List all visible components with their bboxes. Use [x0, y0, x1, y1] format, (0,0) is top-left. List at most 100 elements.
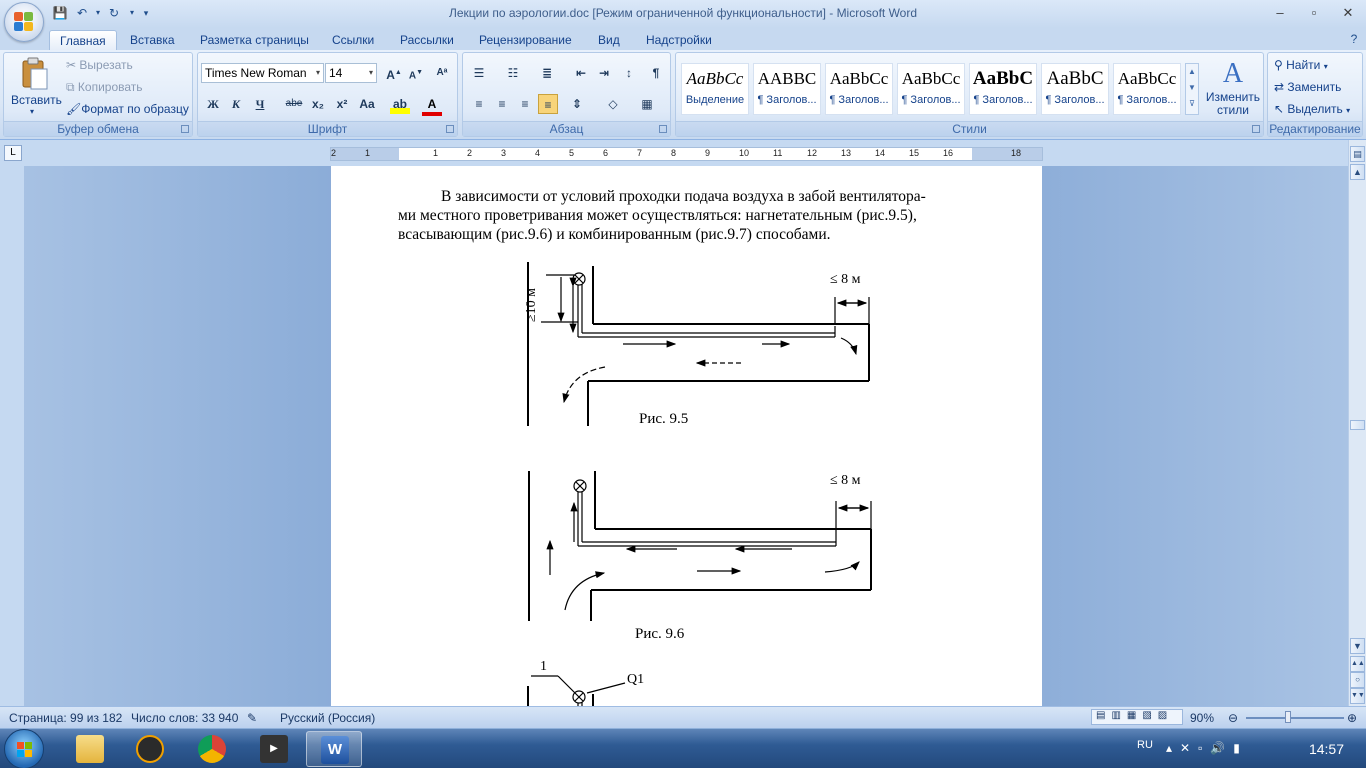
- zoom-slider[interactable]: [1246, 717, 1344, 719]
- find-button[interactable]: ⚲ Найти ▾: [1274, 58, 1328, 72]
- strikethrough-button[interactable]: abe: [284, 94, 304, 114]
- previous-page-icon[interactable]: ▲▲: [1350, 656, 1365, 672]
- minimize-button[interactable]: –: [1267, 4, 1293, 22]
- font-color-icon[interactable]: A: [422, 94, 442, 116]
- cut-button[interactable]: ✂ Вырезать: [66, 58, 133, 72]
- maximize-button[interactable]: ▫: [1301, 4, 1327, 22]
- sort-icon[interactable]: ↕: [619, 63, 639, 83]
- shading-icon[interactable]: ◇: [603, 94, 623, 114]
- page-counter[interactable]: Страница: 99 из 182: [9, 711, 122, 725]
- decrease-indent-icon[interactable]: ⇤: [571, 63, 591, 83]
- select-browse-object-icon[interactable]: ○: [1350, 672, 1365, 688]
- view-ruler-toggle-icon[interactable]: ▤: [1350, 146, 1365, 162]
- view-buttons[interactable]: ▤▥▦▧▨: [1091, 709, 1183, 725]
- line-spacing-icon[interactable]: ⇕: [567, 94, 587, 114]
- zoom-level[interactable]: 90%: [1190, 711, 1214, 725]
- change-case-button[interactable]: Aa: [357, 94, 377, 114]
- style-name: ¶ Заголов...: [757, 94, 817, 106]
- align-left-icon[interactable]: ≡: [469, 94, 489, 114]
- help-icon[interactable]: ?: [1346, 31, 1362, 47]
- tab-references[interactable]: Ссылки: [322, 30, 384, 50]
- underline-button[interactable]: Ч: [250, 94, 270, 114]
- align-center-icon[interactable]: ≡: [492, 94, 512, 114]
- start-button[interactable]: [4, 729, 44, 768]
- language-indicator[interactable]: RU: [1137, 739, 1153, 751]
- pilcrow-icon[interactable]: ¶: [646, 63, 666, 83]
- align-right-icon[interactable]: ≡: [515, 94, 535, 114]
- subscript-button[interactable]: x₂: [308, 94, 328, 114]
- font-dialog-launcher[interactable]: [446, 125, 454, 133]
- ruler-tick: 11: [773, 148, 783, 158]
- paragraph-dialog-launcher[interactable]: [659, 125, 667, 133]
- taskbar-media-player[interactable]: ▶: [246, 731, 302, 767]
- word-count[interactable]: Число слов: 33 940: [131, 711, 238, 725]
- tab-view[interactable]: Вид: [588, 30, 630, 50]
- tab-addins[interactable]: Надстройки: [636, 30, 722, 50]
- borders-icon[interactable]: ▦: [637, 94, 657, 114]
- aimp-icon: [136, 735, 164, 763]
- clipboard-group-label: Буфер обмена: [4, 121, 192, 136]
- taskbar-aimp[interactable]: [122, 731, 178, 767]
- scroll-thumb[interactable]: [1350, 420, 1365, 430]
- multilevel-list-icon[interactable]: ≣: [537, 63, 557, 83]
- numbering-icon[interactable]: ☷: [503, 63, 523, 83]
- bullets-icon[interactable]: ☰: [469, 63, 489, 83]
- vertical-scrollbar[interactable]: ▤ ▲ ▼ ▲▲ ○ ▼▼: [1348, 140, 1366, 706]
- taskbar-word[interactable]: W: [306, 731, 362, 767]
- format-painter-button[interactable]: 🖌Формат по образцу: [66, 102, 189, 116]
- styles-group-label: Стили: [676, 121, 1263, 136]
- scroll-up-icon[interactable]: ▲: [1350, 164, 1365, 180]
- justify-icon[interactable]: ≡: [538, 94, 558, 114]
- document-area: В зависимости от условий проходки подача…: [0, 166, 1348, 706]
- tab-insert[interactable]: Вставка: [120, 30, 185, 50]
- shrink-font-button[interactable]: A▼: [406, 63, 426, 83]
- document-page[interactable]: В зависимости от условий проходки подача…: [331, 166, 1042, 706]
- tab-home[interactable]: Главная: [49, 30, 117, 50]
- style-tile[interactable]: AaBbCc Выделение: [681, 63, 749, 115]
- replace-button[interactable]: ⇄ Заменить: [1274, 80, 1341, 94]
- change-styles-button[interactable]: A Изменить стили: [1203, 57, 1263, 121]
- style-tile[interactable]: AaBbC ¶ Заголов...: [1041, 63, 1109, 115]
- styles-gallery-scroll[interactable]: ▲ ▼ ⊽: [1185, 63, 1199, 115]
- zoom-out-icon[interactable]: ⊖: [1228, 711, 1238, 725]
- ruler-tick: 15: [909, 148, 920, 158]
- next-page-icon[interactable]: ▼▼: [1350, 688, 1365, 704]
- close-button[interactable]: ✕: [1335, 4, 1361, 22]
- tab-page-layout[interactable]: Разметка страницы: [190, 30, 319, 50]
- clock[interactable]: 14:57: [1309, 741, 1344, 757]
- increase-indent-icon[interactable]: ⇥: [594, 63, 614, 83]
- taskbar-chrome[interactable]: [184, 731, 240, 767]
- tray-icons[interactable]: ▴✕▫🔊▮: [1166, 741, 1248, 755]
- font-size-box[interactable]: 14 ▾: [325, 63, 377, 83]
- select-button[interactable]: ↖ Выделить ▾: [1274, 102, 1350, 116]
- tab-selector-button[interactable]: L: [4, 145, 22, 161]
- bold-button[interactable]: Ж: [203, 94, 223, 114]
- style-tile[interactable]: AaBbCc ¶ Заголов...: [825, 63, 893, 115]
- taskbar-explorer[interactable]: [62, 731, 118, 767]
- style-tile[interactable]: AABBC ¶ Заголов...: [753, 63, 821, 115]
- tab-review[interactable]: Рецензирование: [469, 30, 582, 50]
- style-tile[interactable]: AaBbCc ¶ Заголов...: [897, 63, 965, 115]
- spellcheck-icon[interactable]: ✎: [247, 711, 257, 725]
- clipboard-dialog-launcher[interactable]: [181, 125, 189, 133]
- scroll-down-icon[interactable]: ▼: [1350, 638, 1365, 654]
- italic-button[interactable]: К: [226, 94, 246, 114]
- style-name: ¶ Заголов...: [829, 94, 889, 106]
- language-status[interactable]: Русский (Россия): [280, 711, 375, 725]
- copy-button[interactable]: ⧉ Копировать: [66, 80, 143, 95]
- paste-button[interactable]: Вставить ▾: [8, 55, 62, 119]
- office-button[interactable]: [4, 2, 44, 42]
- grow-font-button[interactable]: A▲: [384, 63, 404, 83]
- zoom-in-icon[interactable]: ⊕: [1347, 711, 1357, 725]
- font-name-box[interactable]: Times New Roman ▾: [201, 63, 324, 83]
- zoom-slider-thumb[interactable]: [1285, 711, 1291, 723]
- clear-formatting-button[interactable]: Aᵃ: [432, 63, 452, 83]
- horizontal-ruler[interactable]: 2 1 1 2 3 4 5 6 7 8 9 10 11 12 13 14 15 16 18: [330, 147, 1043, 161]
- highlight-icon[interactable]: ab: [390, 94, 410, 114]
- chevron-down-icon: ▾: [368, 68, 373, 77]
- superscript-button[interactable]: x²: [332, 94, 352, 114]
- style-tile[interactable]: AaBbCc ¶ Заголов...: [1113, 63, 1181, 115]
- styles-dialog-launcher[interactable]: [1252, 125, 1260, 133]
- tab-mailings[interactable]: Рассылки: [390, 30, 464, 50]
- style-tile[interactable]: AaBbC ¶ Заголов...: [969, 63, 1037, 115]
